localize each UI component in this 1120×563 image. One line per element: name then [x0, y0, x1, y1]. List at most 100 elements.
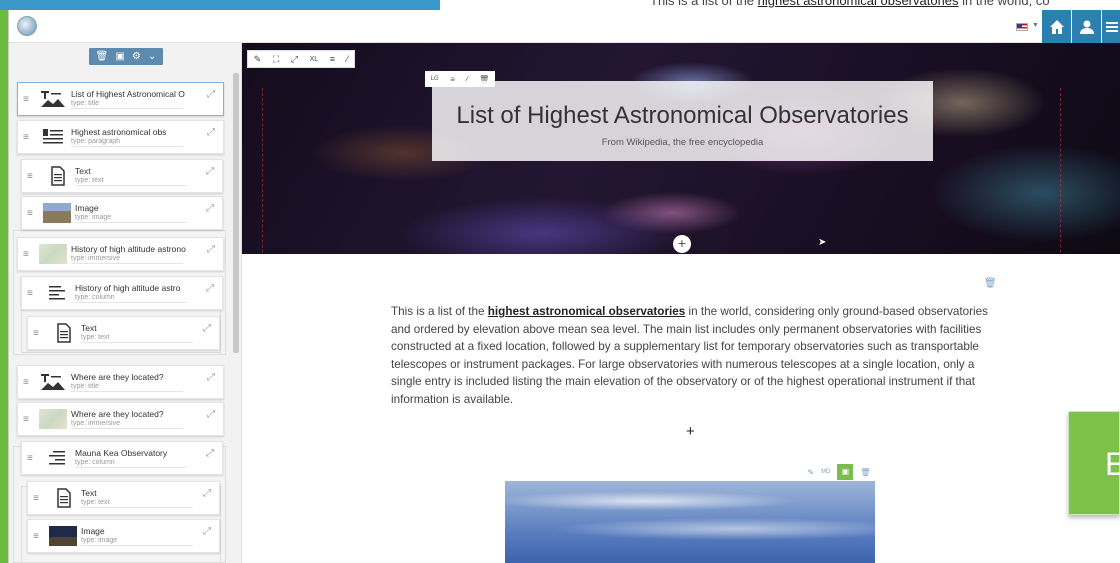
align-icon[interactable]: ≡ [330, 54, 335, 64]
item-name: Image [75, 203, 99, 213]
drag-handle[interactable]: ≡ [23, 414, 29, 425]
column-icon [49, 286, 65, 300]
page-canvas: ✎ ⛶ ⤢ XL ≡ ⁄ LG ≡ ⁄ 🗑 List of Highest As… [242, 43, 1120, 563]
observatories-link[interactable]: highest astronomical observatories [488, 305, 685, 318]
drag-handle[interactable]: ≡ [27, 453, 33, 464]
title-block[interactable]: List of Highest Astronomical Observatori… [432, 81, 933, 161]
add-section-button[interactable]: + [673, 235, 691, 253]
list-item[interactable]: ≡ Where are they located? type: immersiv… [17, 402, 224, 436]
scrollbar[interactable] [233, 73, 239, 353]
drag-handle[interactable]: ≡ [23, 94, 29, 105]
expand-icon[interactable]: ⤢ [206, 283, 214, 294]
item-name: History of high altitude astrono [71, 244, 186, 254]
drag-handle[interactable]: ≡ [33, 493, 39, 504]
list-item[interactable]: ≡ Mauna Kea Observatory type: column ⤢ [21, 441, 223, 475]
expand-icon[interactable]: ⤢ [203, 526, 211, 537]
image-thumb [43, 203, 71, 223]
item-type: type: image [75, 214, 187, 223]
hero-toolbar: ✎ ⛶ ⤢ XL ≡ ⁄ [247, 50, 355, 68]
expand-icon[interactable]: ⤢ [291, 54, 298, 65]
menu-button[interactable] [1102, 10, 1120, 43]
item-type: type: column [75, 294, 187, 303]
guide-line [262, 88, 263, 254]
pencil-icon[interactable]: ✎ [254, 54, 262, 65]
size-xl-button[interactable]: XL [310, 56, 319, 63]
expand-icon[interactable]: ⤢ [207, 372, 215, 383]
item-type: type: image [81, 537, 193, 546]
page-title: List of Highest Astronomical Observatori… [456, 102, 909, 129]
size-md-button[interactable]: MD [821, 469, 830, 475]
title-icon [41, 374, 65, 390]
add-block-button[interactable]: + [686, 423, 695, 440]
list-item[interactable]: ≡ Image type: image ⤢ [27, 519, 220, 553]
us-flag-icon[interactable] [1016, 23, 1028, 31]
list-item[interactable]: ≡ Text type: text ⤢ [27, 481, 220, 515]
drag-handle[interactable]: ≡ [23, 249, 29, 260]
globe-icon[interactable] [17, 16, 37, 36]
background-link: highest astronomical observatories [757, 0, 959, 8]
document-icon [51, 166, 65, 186]
intro-paragraph[interactable]: This is a list of the highest astronomic… [391, 303, 991, 409]
expand-icon[interactable]: ⤢ [206, 166, 214, 177]
drag-handle[interactable]: ≡ [23, 132, 29, 143]
user-icon [1079, 20, 1094, 34]
expand-icon[interactable]: ⤢ [207, 89, 215, 100]
trash-icon[interactable]: 🗑 [96, 51, 109, 62]
drag-handle[interactable]: ≡ [27, 171, 33, 182]
list-item[interactable]: ≡ List of Highest Astronomical O type: t… [17, 82, 224, 116]
item-name: List of Highest Astronomical O [71, 89, 185, 99]
hero-image[interactable]: ✎ ⛶ ⤢ XL ≡ ⁄ LG ≡ ⁄ 🗑 List of Highest As… [242, 43, 1120, 254]
mouse-cursor: ➤ [818, 237, 827, 248]
item-name: Image [81, 526, 105, 536]
item-name: Where are they located? [71, 409, 164, 419]
sky-image[interactable] [505, 481, 875, 563]
item-name: History of high altitude astro [75, 283, 181, 293]
drag-handle[interactable]: ≡ [23, 377, 29, 388]
drag-handle[interactable]: ≡ [27, 208, 33, 219]
expand-icon[interactable]: ⤢ [206, 448, 214, 459]
expand-icon[interactable]: ⤢ [207, 127, 215, 138]
image-thumb [49, 526, 77, 546]
pencil-icon[interactable]: ✎ [807, 468, 814, 477]
drag-handle[interactable]: ≡ [27, 288, 33, 299]
chevron-down-icon[interactable]: ⌄ [148, 51, 156, 62]
expand-icon[interactable]: ⤢ [203, 323, 211, 334]
para-text: This is a list of the [391, 305, 488, 318]
item-type: type: column [75, 459, 187, 468]
trash-icon[interactable]: 🗑 [984, 278, 997, 289]
structure-panel: 🗑 ▣ ⚙ ⌄ ≡ List of Highest Astronomical O… [9, 43, 242, 563]
expand-icon[interactable]: ⤢ [207, 244, 215, 255]
guide-line [1060, 88, 1061, 254]
expand-icon[interactable]: ⤢ [206, 203, 214, 214]
fit-icon[interactable]: ⛶ [273, 54, 279, 65]
menu-icon [1105, 21, 1118, 32]
drag-handle[interactable]: ≡ [33, 531, 39, 542]
list-item[interactable]: ≡ Text type: text ⤢ [27, 316, 220, 350]
item-name: Mauna Kea Observatory [75, 448, 168, 458]
home-icon [1049, 19, 1064, 34]
expand-icon[interactable]: ⤢ [207, 409, 215, 420]
list-item[interactable]: ≡ Image type: image ⤢ [21, 196, 223, 230]
gear-icon[interactable]: ⚙ [132, 51, 141, 62]
list-item[interactable]: ≡ Text type: text ⤢ [21, 159, 223, 193]
list-item[interactable]: ≡ History of high altitude astrono type:… [17, 237, 224, 271]
drag-handle[interactable]: ≡ [33, 328, 39, 339]
item-name: Text [81, 488, 97, 498]
list-item[interactable]: ≡ Highest astronomical obs type: paragra… [17, 120, 224, 154]
trash-icon[interactable]: 🗑 [860, 468, 870, 477]
user-button[interactable] [1072, 10, 1101, 43]
pipette-icon[interactable]: ⁄ [347, 54, 349, 64]
file-icon[interactable]: ▣ [115, 51, 124, 62]
item-type: type: title [71, 383, 183, 392]
item-name: Text [75, 166, 91, 176]
list-item[interactable]: ≡ Where are they located? type: title ⤢ [17, 365, 224, 399]
list-item[interactable]: ≡ History of high altitude astro type: c… [21, 276, 223, 310]
expand-icon[interactable]: ⤢ [203, 488, 211, 499]
title-icon [41, 91, 65, 107]
side-panel-tab[interactable]: E [1068, 411, 1120, 515]
home-button[interactable] [1042, 10, 1071, 43]
image-mode-icon[interactable]: ▣ [837, 464, 854, 480]
chevron-down-icon[interactable]: ▼ [1032, 22, 1039, 29]
map-thumb [39, 244, 67, 264]
item-type: type: immersive [71, 255, 183, 264]
